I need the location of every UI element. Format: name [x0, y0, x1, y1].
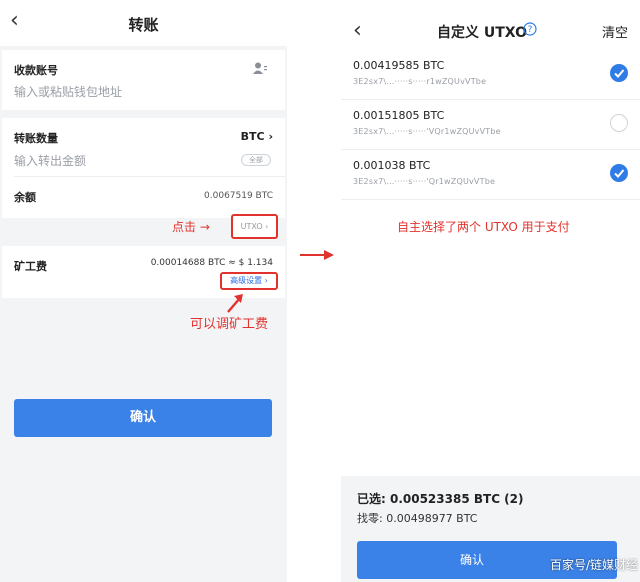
selected-total: 已选: 0.00523385 BTC (2): [357, 492, 524, 506]
page-title: 自定义 UTXO: [437, 25, 527, 41]
confirm-button[interactable]: 确认: [14, 399, 272, 437]
balance-value: 0.0067519 BTC: [204, 191, 273, 201]
utxo-list-item[interactable]: 0.00151805 BTC 3E2sx7\...·····s·····'VQr…: [341, 100, 640, 150]
receive-account-label: 收款账号: [14, 64, 58, 77]
back-icon[interactable]: ‹: [353, 20, 362, 42]
utxo-address: 3E2sx7\...·····s·····r1wZQUvVTbe: [353, 77, 487, 86]
balance-label: 余额: [14, 191, 36, 204]
receive-account-card: 收款账号 输入或粘贴钱包地址: [2, 50, 285, 110]
utxo-list-item[interactable]: 0.001038 BTC 3E2sx7\...·····s·····'Qr1wZ…: [341, 150, 640, 200]
utxo-link[interactable]: UTXO ›: [231, 214, 278, 239]
divider: [14, 176, 285, 177]
click-annotation: 点击 →: [172, 220, 210, 234]
unchecked-circle-icon[interactable]: [610, 114, 628, 132]
svg-text:?: ?: [528, 25, 533, 35]
contact-book-icon[interactable]: [253, 62, 267, 74]
utxo-address: 3E2sx7\...·····s·····'Qr1wZQUvVTbe: [353, 177, 496, 186]
all-button[interactable]: 全部: [241, 154, 271, 166]
utxo-amount: 0.00419585 BTC: [353, 59, 445, 72]
amount-label: 转账数量: [14, 132, 58, 145]
utxo-address: 3E2sx7\...·····s·····'VQr1wZQUvVTbe: [353, 127, 501, 136]
fee-value: 0.00014688 BTC ≈ $ 1.134: [150, 258, 273, 268]
utxo-amount: 0.001038 BTC: [353, 159, 431, 172]
checkmark-icon[interactable]: [610, 64, 628, 82]
custom-utxo-screen: ‹ 自定义 UTXO ? 清空 0.00419585 BTC 3E2sx7\..…: [341, 0, 640, 582]
help-icon[interactable]: ?: [523, 22, 537, 36]
amount-input[interactable]: 输入转出金额: [14, 152, 86, 169]
fee-annotation: 可以调矿工费: [190, 317, 269, 332]
coin-selector[interactable]: BTC ›: [241, 130, 273, 143]
watermark: 百家号/链媒财经: [549, 558, 638, 572]
transfer-screen: ‹ 转账 收款账号 输入或粘贴钱包地址 转账数量 BTC › 输入转出金额 全部…: [0, 0, 287, 582]
selection-annotation: 自主选择了两个 UTXO 用于支付: [397, 220, 570, 234]
address-input[interactable]: 输入或粘贴钱包地址: [14, 83, 122, 100]
annotation-arrow-icon: [227, 294, 243, 313]
clear-button[interactable]: 清空: [602, 22, 628, 41]
utxo-amount: 0.00151805 BTC: [353, 109, 445, 122]
page-title: 转账: [128, 16, 159, 34]
checkmark-icon[interactable]: [610, 164, 628, 182]
fee-label: 矿工费: [14, 260, 47, 273]
utxo-list-item[interactable]: 0.00419585 BTC 3E2sx7\...·····s·····r1wZ…: [341, 50, 640, 100]
amount-card: 转账数量 BTC › 输入转出金额 全部 余额 0.0067519 BTC: [2, 118, 285, 218]
header: ‹ 转账: [0, 0, 287, 46]
change-amount: 找零: 0.00498977 BTC: [357, 512, 478, 525]
right-arrow-icon: [300, 250, 334, 260]
advanced-settings-link[interactable]: 高级设置 ›: [220, 272, 278, 290]
